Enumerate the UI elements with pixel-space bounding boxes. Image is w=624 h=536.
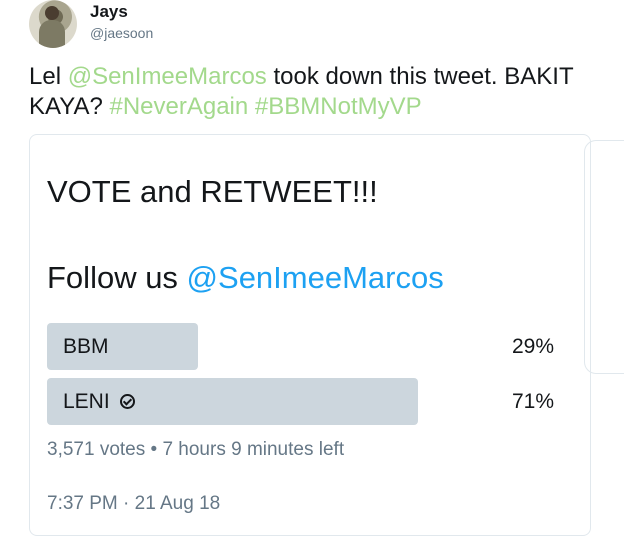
poll-option-label: BBM (63, 334, 109, 358)
user-handle[interactable]: @jaesoon (90, 25, 153, 41)
poll-option-label: LENI (63, 389, 110, 413)
poll-mention-link[interactable]: @SenImeeMarcos (187, 260, 444, 295)
user-name[interactable]: Jays (90, 2, 128, 22)
poll-percent-bbm: 29% (511, 334, 554, 358)
poll-title-line1: VOTE and RETWEET!!! (47, 174, 378, 209)
tweet-prefix: Lel (29, 63, 68, 90)
poll-meta: 3,571 votes • 7 hours 9 minutes left (47, 439, 345, 460)
card-edge (584, 140, 624, 374)
hashtag-bbm-not-my-vp[interactable]: #BBMNotMyVP (255, 93, 422, 120)
poll-title-line2: Follow us @SenImeeMarcos (47, 260, 444, 296)
tweet-timestamp[interactable]: 7:37 PM · 21 Aug 18 (47, 493, 220, 515)
poll-option-bbm: BBM (63, 323, 109, 370)
poll-option-leni: LENI (63, 378, 135, 425)
tweet-mention-link[interactable]: @SenImeeMarcos (68, 63, 267, 90)
tweet-text: Lel @SenImeeMarcos took down this tweet.… (29, 62, 614, 122)
tweet-space (248, 93, 255, 120)
poll-line2-prefix: Follow us (47, 260, 187, 295)
avatar-figure-body (39, 20, 65, 48)
poll-percent-leni: 71% (511, 389, 554, 413)
hashtag-never-again[interactable]: #NeverAgain (109, 93, 248, 120)
check-circle-icon (119, 394, 135, 409)
avatar-figure-head (45, 6, 59, 20)
avatar[interactable] (29, 0, 77, 48)
